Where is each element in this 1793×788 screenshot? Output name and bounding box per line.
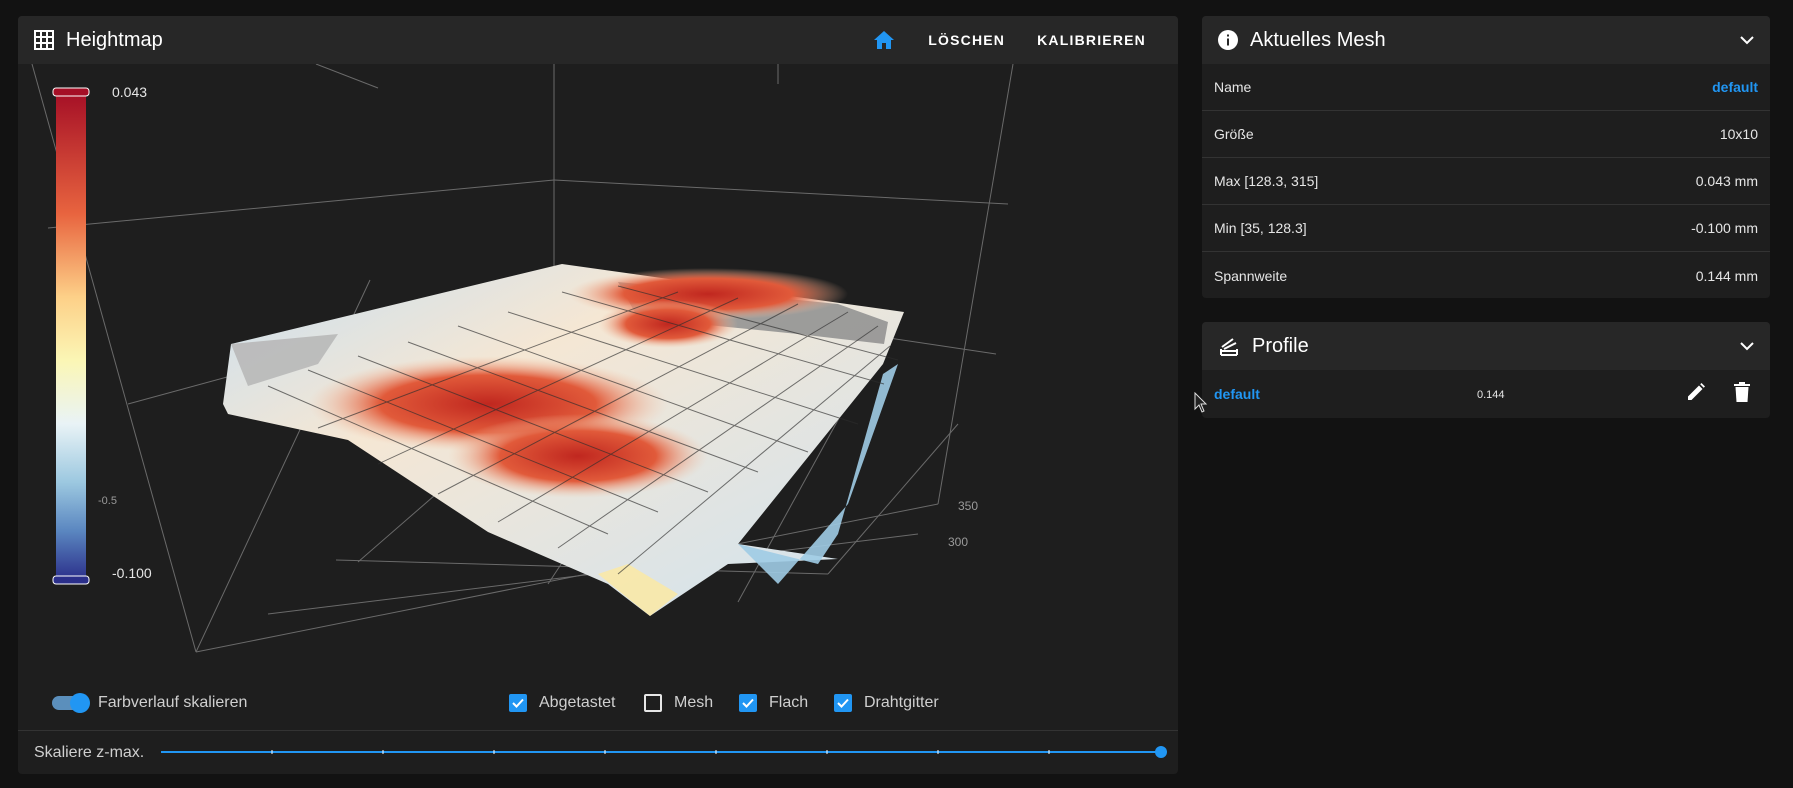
pencil-icon — [1688, 383, 1705, 400]
mesh-row-max: Max [128.3, 315] 0.043 mm — [1202, 158, 1770, 205]
mesh-name-value: default — [1712, 79, 1758, 95]
probed-checkbox[interactable]: Abgetastet — [509, 694, 616, 712]
profile-item: default 0.144 — [1202, 370, 1770, 418]
mouse-cursor-icon — [1194, 392, 1208, 413]
toggle-track[interactable] — [52, 693, 90, 713]
mesh-row-label: Min [35, 128.3] — [1214, 220, 1307, 236]
toggle-thumb[interactable] — [70, 693, 90, 713]
layers-icon — [1220, 338, 1238, 356]
collapse-button[interactable] — [1740, 35, 1754, 45]
mesh-checkbox[interactable]: Mesh — [644, 694, 713, 712]
slider-tick — [493, 750, 495, 754]
mesh-row-size: Größe 10x10 — [1202, 111, 1770, 158]
wireframe-label: Drahtgitter — [864, 694, 939, 711]
trash-icon — [1734, 382, 1750, 402]
current-mesh-header[interactable]: Aktuelles Mesh — [1202, 16, 1770, 64]
delete-profile-button[interactable] — [1734, 382, 1750, 407]
heightmap-plot-canvas[interactable] — [18, 64, 1178, 684]
colorbar-max-handle[interactable] — [52, 87, 90, 97]
heightmap-surface — [223, 264, 904, 616]
mesh-row-label: Name — [1214, 79, 1252, 95]
heightmap-options: Farbverlauf skalieren Abgetastet Mesh Fl… — [18, 684, 1178, 724]
grid-icon — [34, 30, 54, 50]
mesh-row-label: Spannweite — [1214, 267, 1288, 284]
slider-tick — [604, 750, 606, 754]
mesh-row-min: Min [35, 128.3] -0.100 mm — [1202, 205, 1770, 252]
mesh-label: Mesh — [674, 694, 714, 711]
slider-tick — [1048, 750, 1050, 754]
flat-label: Flach — [769, 694, 809, 711]
heightmap-title: Heightmap — [66, 28, 163, 51]
profiles-title: Profile — [1252, 334, 1309, 357]
slider-tick — [937, 750, 939, 754]
mesh-row-value: -0.100 mm — [1691, 220, 1758, 236]
current-mesh-title: Aktuelles Mesh — [1250, 28, 1386, 51]
colorbar — [56, 92, 86, 580]
chevron-down-icon — [1740, 36, 1754, 45]
colorbar-max-label: 0.043 — [112, 84, 148, 100]
calibrate-button[interactable]: KALIBRIEREN — [1021, 32, 1162, 48]
home-icon — [874, 31, 895, 49]
heightmap-header: Heightmap LÖSCHEN KALIBRIEREN — [18, 16, 1178, 64]
zmax-slider[interactable] — [161, 746, 1167, 758]
heightmap-panel: Heightmap LÖSCHEN KALIBRIEREN 0.043 -0.1… — [18, 16, 1178, 774]
slider-tick — [382, 750, 384, 754]
clear-button[interactable]: LÖSCHEN — [912, 32, 1021, 48]
mesh-row-name: Name default — [1202, 64, 1770, 111]
profiles-header[interactable]: Profile — [1202, 322, 1770, 370]
zmax-slider-thumb[interactable] — [1155, 746, 1167, 758]
mesh-row-value: 10x10 — [1719, 126, 1758, 142]
chevron-down-icon — [1740, 342, 1754, 351]
checkbox-checked-icon[interactable] — [509, 694, 527, 712]
scale-gradient-toggle[interactable]: Farbverlauf skalieren — [52, 693, 248, 713]
edit-profile-button[interactable] — [1686, 382, 1706, 407]
colorbar-min-handle[interactable] — [52, 575, 90, 585]
mesh-row-value: 0.144 mm — [1695, 267, 1758, 284]
axis-tick-350: 350 — [958, 499, 979, 513]
probed-label: Abgetastet — [539, 694, 616, 711]
flat-checkbox[interactable]: Flach — [739, 694, 808, 712]
wireframe-checkbox[interactable]: Drahtgitter — [834, 694, 939, 712]
mesh-row-range: Spannweite 0.144 mm — [1202, 252, 1770, 299]
zmax-label: Skaliere z-max. — [34, 744, 145, 761]
zmax-slider-row: Skaliere z-max. — [18, 731, 1178, 774]
collapse-button[interactable] — [1740, 341, 1754, 351]
colorbar-mid-tick: -0.5 — [98, 495, 117, 507]
checkbox-checked-icon[interactable] — [834, 694, 852, 712]
info-icon — [1218, 30, 1238, 50]
profile-range: 0.144 — [1477, 389, 1505, 401]
slider-tick — [715, 750, 717, 754]
scale-gradient-label: Farbverlauf skalieren — [98, 694, 248, 711]
mesh-row-label: Max [128.3, 315] — [1214, 173, 1319, 189]
mesh-row-value: 0.043 mm — [1695, 173, 1758, 189]
heightmap-3d-plot[interactable]: 0.043 -0.100 -0.5 350 300 — [18, 64, 1178, 684]
profile-name-link[interactable]: default — [1214, 386, 1260, 402]
slider-tick — [271, 750, 273, 754]
slider-tick — [826, 750, 828, 754]
profiles-panel: Profile default 0.144 — [1202, 322, 1770, 418]
colorbar-min-label: -0.100 — [112, 565, 152, 581]
axis-tick-300: 300 — [948, 535, 969, 549]
home-button[interactable] — [856, 31, 912, 49]
checkbox-unchecked-icon[interactable] — [644, 694, 662, 712]
checkbox-checked-icon[interactable] — [739, 694, 757, 712]
mesh-row-label: Größe — [1214, 126, 1254, 142]
current-mesh-panel: Aktuelles Mesh Name default Größe 10x10 … — [1202, 16, 1770, 298]
